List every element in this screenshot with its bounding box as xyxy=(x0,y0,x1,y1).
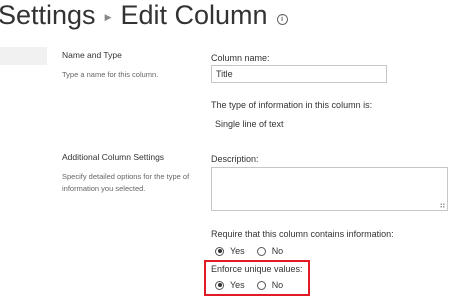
unique-yes-radio[interactable] xyxy=(215,280,224,290)
enforce-unique-radio-group: Yes No xyxy=(215,280,295,290)
unique-yes-label[interactable]: Yes xyxy=(230,280,245,290)
require-yes-radio[interactable] xyxy=(215,246,224,256)
require-info-label: Require that this column contains inform… xyxy=(211,229,394,239)
info-icon[interactable]: i xyxy=(276,13,288,25)
enforce-unique-label: Enforce unique values: xyxy=(211,264,303,274)
column-name-input-value: Title xyxy=(216,69,233,79)
additional-settings-section-title: Additional Column Settings xyxy=(62,152,165,162)
require-no-radio[interactable] xyxy=(256,246,266,256)
unique-no-label[interactable]: No xyxy=(272,280,284,290)
description-label: Description: xyxy=(211,154,259,164)
description-textarea[interactable] xyxy=(211,167,448,211)
name-type-section-description: Type a name for this column. xyxy=(62,70,159,79)
column-name-input[interactable]: Title xyxy=(211,65,387,83)
page-title: Settings ▶ Edit Column i xyxy=(0,0,288,38)
require-info-radio-group: Yes No xyxy=(215,246,295,256)
additional-settings-description-line2: information you selected. xyxy=(62,184,146,193)
quick-launch-nav xyxy=(0,47,47,65)
column-type-label: The type of information in this column i… xyxy=(211,100,373,110)
breadcrumb-settings-link[interactable]: Settings xyxy=(0,0,96,31)
column-name-label: Column name: xyxy=(211,53,270,63)
name-type-section-title: Name and Type xyxy=(62,50,122,60)
require-yes-label[interactable]: Yes xyxy=(230,246,245,256)
resize-grip-icon[interactable] xyxy=(440,203,445,208)
unique-no-radio[interactable] xyxy=(256,280,266,290)
additional-settings-description-line1: Specify detailed options for the type of xyxy=(62,172,190,181)
column-type-value: Single line of text xyxy=(215,119,284,129)
breadcrumb-separator-icon: ▶ xyxy=(104,11,112,22)
require-no-label[interactable]: No xyxy=(272,246,284,256)
breadcrumb-current-page: Edit Column xyxy=(120,0,268,30)
